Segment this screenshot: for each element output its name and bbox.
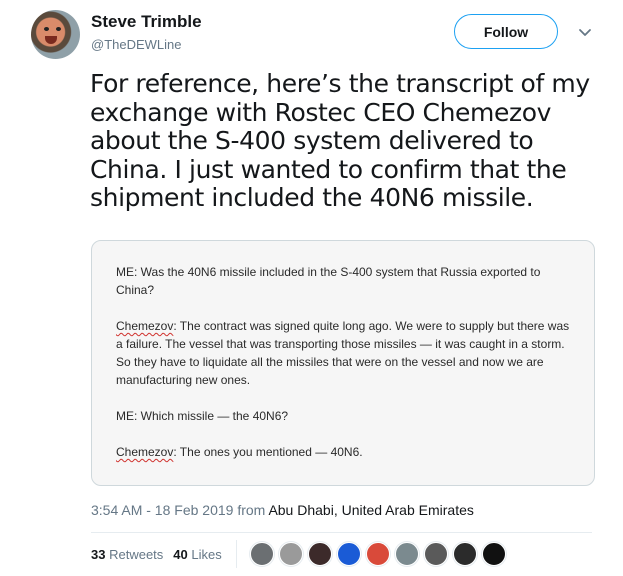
transcript-image[interactable]: ME: Was the 40N6 missile included in the… [91,240,595,486]
liker-avatar-6[interactable] [395,542,419,566]
avatar-eye [56,27,61,31]
transcript-question-1: ME: Was the 40N6 missile included in the… [116,265,541,297]
divider [236,540,237,568]
transcript-answer-1: Chemezov: The contract was signed quite … [116,317,572,389]
liker-avatar-2[interactable] [279,542,303,566]
likes-label[interactable]: Likes [191,547,221,562]
liker-avatar-5[interactable] [366,542,390,566]
tweet-metadata: 3:54 AM - 18 Feb 2019 from Abu Dhabi, Un… [91,502,474,518]
author-avatar[interactable] [31,10,80,59]
retweets-label[interactable]: Retweets [109,547,163,562]
liker-avatar-7[interactable] [424,542,448,566]
answer-text: : The ones you mentioned — 40N6. [173,445,363,459]
chevron-down-icon[interactable] [575,22,595,42]
liker-avatar-4[interactable] [337,542,361,566]
divider [91,532,592,533]
transcript-question-2: ME: Which missile — the 40N6? [116,409,289,423]
follow-button[interactable]: Follow [454,14,558,49]
retweets-count[interactable]: 33 [91,547,105,562]
author-name[interactable]: Steve Trimble [91,12,202,32]
liker-avatars [250,542,511,566]
liker-avatar-9[interactable] [482,542,506,566]
speaker-name: Chemezov [116,319,174,333]
author-handle[interactable]: @TheDEWLine [91,37,182,52]
speaker-name: Chemezov [116,445,174,459]
transcript-answer-2: Chemezov: The ones you mentioned — 40N6. [116,443,572,461]
tweet-text: For reference, here’s the transcript of … [90,69,590,212]
avatar-mouth [45,36,57,44]
tweet-timestamp[interactable]: 3:54 AM - 18 Feb 2019 from [91,502,268,518]
tweet-location[interactable]: Abu Dhabi, United Arab Emirates [268,502,473,518]
avatar-eye [44,27,49,31]
answer-text: : The contract was signed quite long ago… [116,319,570,387]
liker-avatar-8[interactable] [453,542,477,566]
liker-avatar-3[interactable] [308,542,332,566]
engagement-stats: 33 Retweets 40 Likes [91,547,222,562]
liker-avatar-1[interactable] [250,542,274,566]
likes-count[interactable]: 40 [173,547,187,562]
